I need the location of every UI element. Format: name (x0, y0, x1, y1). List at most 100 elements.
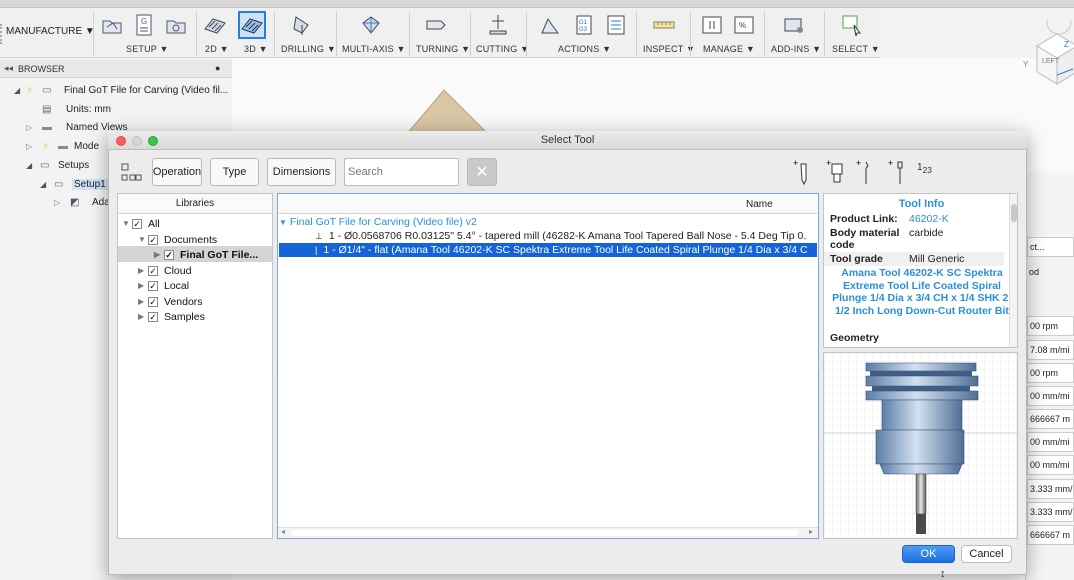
ok-button[interactable]: OK (902, 545, 955, 563)
tool-row[interactable]: ⊥ 1 - Ø0.0568706 R0.03125" 5.4° - tapered… (279, 229, 817, 243)
library-item-local[interactable]: ▶ ✓ Local (138, 278, 189, 293)
param-field[interactable]: 666667 m (1027, 525, 1074, 545)
toolbar-grip[interactable] (0, 24, 4, 44)
dimensions-filter-button[interactable]: Dimensions (267, 158, 336, 186)
maximize-window-icon[interactable] (148, 136, 158, 146)
inspect-menu[interactable]: INSPECT ▼ (643, 44, 695, 54)
expand-icon[interactable]: ▶ (138, 281, 148, 290)
scrollbar-thumb[interactable] (292, 530, 798, 536)
param-field[interactable]: 3.333 mm/ (1027, 479, 1074, 499)
expand-icon[interactable]: ◢ (40, 180, 54, 189)
workspace-switcher[interactable]: MANUFACTURE ▼ (6, 26, 95, 37)
turning-menu[interactable]: TURNING ▼ (416, 44, 470, 54)
cancel-button[interactable]: Cancel (961, 545, 1012, 563)
tool-row-selected[interactable]: | 1 - Ø1/4" - flat (Amana Tool 46202-K SC… (279, 243, 817, 257)
param-field[interactable]: 666667 m (1027, 409, 1074, 429)
actions-menu[interactable]: ACTIONS ▼ (558, 44, 611, 54)
add-ins-icon[interactable] (780, 11, 808, 39)
manage-menu[interactable]: MANAGE ▼ (703, 44, 755, 54)
2d-adaptive-icon[interactable] (201, 11, 229, 39)
new-probe-icon[interactable]: + (888, 158, 908, 189)
new-tool-icon[interactable]: + (793, 158, 811, 189)
expand-icon[interactable]: ▶ (138, 266, 148, 275)
browser-item-models[interactable]: ▷ ♀ ▬ Mode (26, 137, 99, 155)
select-icon[interactable] (838, 11, 866, 39)
library-item-final-got[interactable]: ▶ ✓ Final GoT File... (154, 247, 258, 262)
3d-adaptive-icon[interactable] (238, 11, 266, 39)
post-process-icon[interactable]: G1 G3 (570, 11, 598, 39)
turning-icon[interactable] (422, 11, 450, 39)
checkbox[interactable]: ✓ (148, 234, 158, 245)
search-input[interactable] (344, 158, 459, 186)
collapse-icon[interactable]: ◂◂ (4, 63, 13, 74)
add-ins-menu[interactable]: ADD-INS ▼ (771, 44, 821, 54)
name-column-header[interactable]: Name (746, 199, 773, 210)
checkbox[interactable]: ✓ (148, 296, 158, 307)
expand-icon[interactable]: ◢ (14, 86, 26, 95)
close-window-icon[interactable] (116, 136, 126, 146)
view-cube[interactable]: LEFT Y Z (1015, 9, 1074, 90)
view-mode-icon[interactable] (120, 162, 142, 187)
setup-sheet-icon[interactable] (162, 11, 190, 39)
expand-icon[interactable]: ▷ (54, 198, 70, 207)
bulb-icon[interactable]: ♀ (26, 85, 42, 96)
type-filter-button[interactable]: Type (210, 158, 259, 186)
expand-icon[interactable]: ◢ (26, 161, 40, 170)
new-holder-icon[interactable]: + (826, 158, 848, 189)
param-field[interactable]: 3.333 mm/ (1027, 502, 1074, 522)
param-field[interactable]: 00 mm/mi (1027, 386, 1074, 406)
expand-icon[interactable]: ▷ (26, 123, 42, 132)
checkbox[interactable]: ✓ (148, 311, 158, 322)
library-item-samples[interactable]: ▶ ✓ Samples (138, 309, 205, 324)
expand-icon[interactable]: ▶ (138, 297, 148, 306)
scroll-left-icon[interactable]: ◂ (281, 527, 285, 536)
browser-item-document[interactable]: ◢ ♀ ▭ Final GoT File for Carving (Video fil… (14, 81, 228, 99)
scrollbar-thumb[interactable] (1011, 204, 1017, 222)
expand-icon[interactable]: ▷ (26, 142, 42, 151)
pin-icon[interactable]: ● (215, 63, 220, 73)
multi-axis-icon[interactable] (357, 11, 385, 39)
library-item-documents[interactable]: ▼ ✓ Documents (138, 232, 217, 247)
expand-icon[interactable]: ▼ (122, 219, 132, 228)
browser-item-operation[interactable]: ▷ ◩ Ada (54, 193, 110, 211)
product-link[interactable]: 46202-K (909, 213, 949, 225)
param-field[interactable]: 00 rpm (1027, 316, 1074, 336)
library-item-all[interactable]: ▼ ✓ All (122, 216, 160, 231)
expand-icon[interactable]: ▼ (279, 218, 287, 227)
select-menu[interactable]: SELECT ▼ (832, 44, 880, 54)
browser-item-setups[interactable]: ◢ ▭ Setups (26, 156, 89, 174)
new-insert-icon[interactable]: + (856, 158, 878, 189)
setup-menu[interactable]: SETUP ▼ (126, 44, 169, 54)
operation-filter-button[interactable]: Operation (152, 158, 202, 186)
checkbox[interactable]: ✓ (148, 280, 158, 291)
library-item-vendors[interactable]: ▶ ✓ Vendors (138, 294, 203, 309)
param-field[interactable]: ct... (1027, 237, 1074, 257)
clear-filter-button[interactable]: ✕ (467, 158, 497, 186)
tool-group-row[interactable]: ▼ Final GoT File for Carving (Video file)… (279, 215, 817, 229)
browser-item-units[interactable]: ▤ Units: mm (42, 100, 111, 118)
bulb-icon[interactable]: ♀ (42, 141, 58, 152)
expand-icon[interactable]: ▼ (138, 235, 148, 244)
param-field[interactable]: 00 mm/mi (1027, 432, 1074, 452)
library-item-cloud[interactable]: ▶ ✓ Cloud (138, 263, 191, 278)
expand-icon[interactable]: ▶ (138, 312, 148, 321)
setup-icon[interactable] (98, 11, 126, 39)
vertical-scrollbar[interactable] (1009, 194, 1017, 347)
checkbox[interactable]: ✓ (132, 218, 142, 229)
param-field[interactable]: 7.08 m/mi (1027, 340, 1074, 360)
param-field[interactable]: 00 rpm (1027, 363, 1074, 383)
minimize-window-icon[interactable] (132, 136, 142, 146)
gcode-icon[interactable]: G (130, 11, 158, 39)
multi-axis-menu[interactable]: MULTI-AXIS ▼ (342, 44, 406, 54)
cutting-menu[interactable]: CUTTING ▼ (476, 44, 529, 54)
param-field[interactable]: 00 mm/mi (1027, 455, 1074, 475)
expand-icon[interactable]: ▶ (154, 250, 164, 259)
drilling-menu[interactable]: DRILLING ▼ (281, 44, 336, 54)
renumber-icon[interactable]: 123 (917, 162, 932, 175)
simulate-icon[interactable] (536, 11, 564, 39)
measure-icon[interactable] (650, 11, 678, 39)
browser-item-setup1[interactable]: ◢ ▭ Setup1 (40, 175, 108, 193)
cutting-icon[interactable] (484, 11, 512, 39)
checkbox[interactable]: ✓ (164, 249, 174, 260)
checkbox[interactable]: ✓ (148, 265, 158, 276)
